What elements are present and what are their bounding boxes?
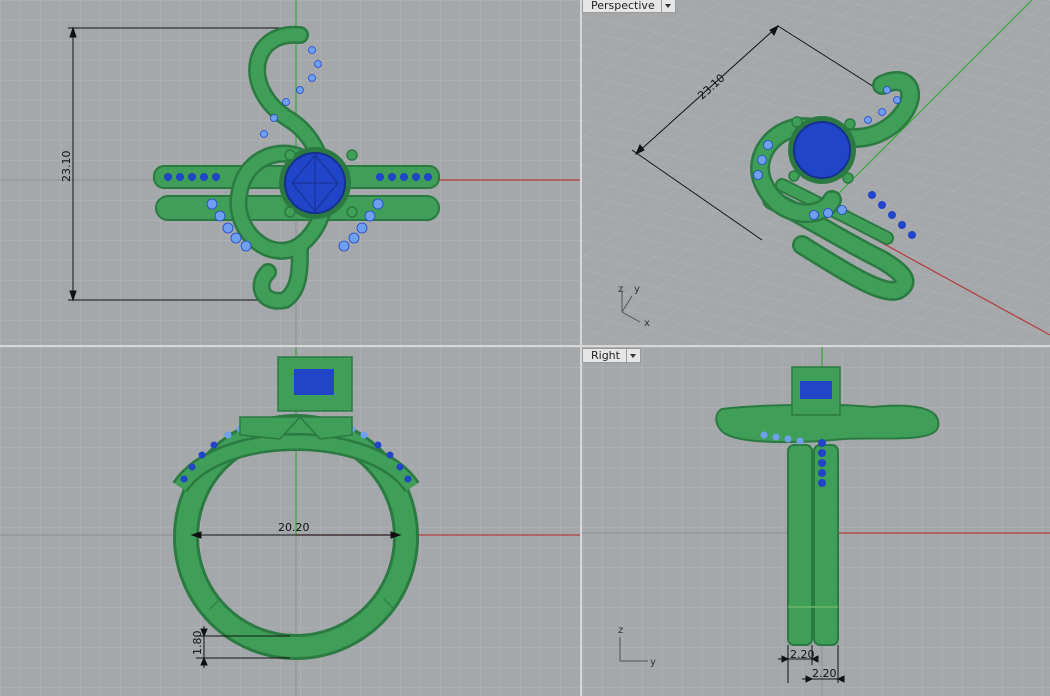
viewport-title-right-text: Right <box>591 349 620 362</box>
axis-label-z: z <box>618 625 623 636</box>
band-width-dimension-a-text: 2.20 <box>790 648 815 661</box>
viewport-perspective[interactable]: 23.10 z y x Perspective <box>582 0 1050 345</box>
axis-label-y: y <box>650 657 656 668</box>
viewport-right[interactable]: 2.20 2.20 z y Right <box>582 347 1050 696</box>
viewport-front[interactable]: 20.20 1.80 <box>0 347 580 696</box>
band-width-dimension-b-text: 2.20 <box>812 667 837 680</box>
viewport-menu-chevron-icon[interactable] <box>625 349 640 362</box>
top-view-canvas[interactable]: 23.10 <box>0 0 580 345</box>
front-view-canvas[interactable]: 20.20 1.80 <box>0 347 580 696</box>
viewport-title-right[interactable]: Right <box>582 348 641 363</box>
viewport-title-perspective-text: Perspective <box>591 0 655 12</box>
axis-label-z: z <box>618 284 623 295</box>
band-thickness-dimension-text: 1.80 <box>191 631 204 656</box>
right-view-canvas[interactable]: 2.20 2.20 z y <box>582 347 1050 696</box>
height-dimension-text: 23.10 <box>60 151 73 183</box>
viewport-top[interactable]: 23.10 <box>0 0 580 345</box>
width-dimension-text: 20.20 <box>278 521 310 534</box>
viewport-menu-chevron-icon[interactable] <box>660 0 675 12</box>
axis-label-x: x <box>644 318 650 329</box>
axis-label-y: y <box>634 284 640 295</box>
rhino-workspace: 23.10 23.10 z y x Perspective 20.20 1.80… <box>0 0 1050 696</box>
viewport-title-perspective[interactable]: Perspective <box>582 0 676 13</box>
perspective-view-canvas[interactable]: 23.10 z y x <box>582 0 1050 345</box>
